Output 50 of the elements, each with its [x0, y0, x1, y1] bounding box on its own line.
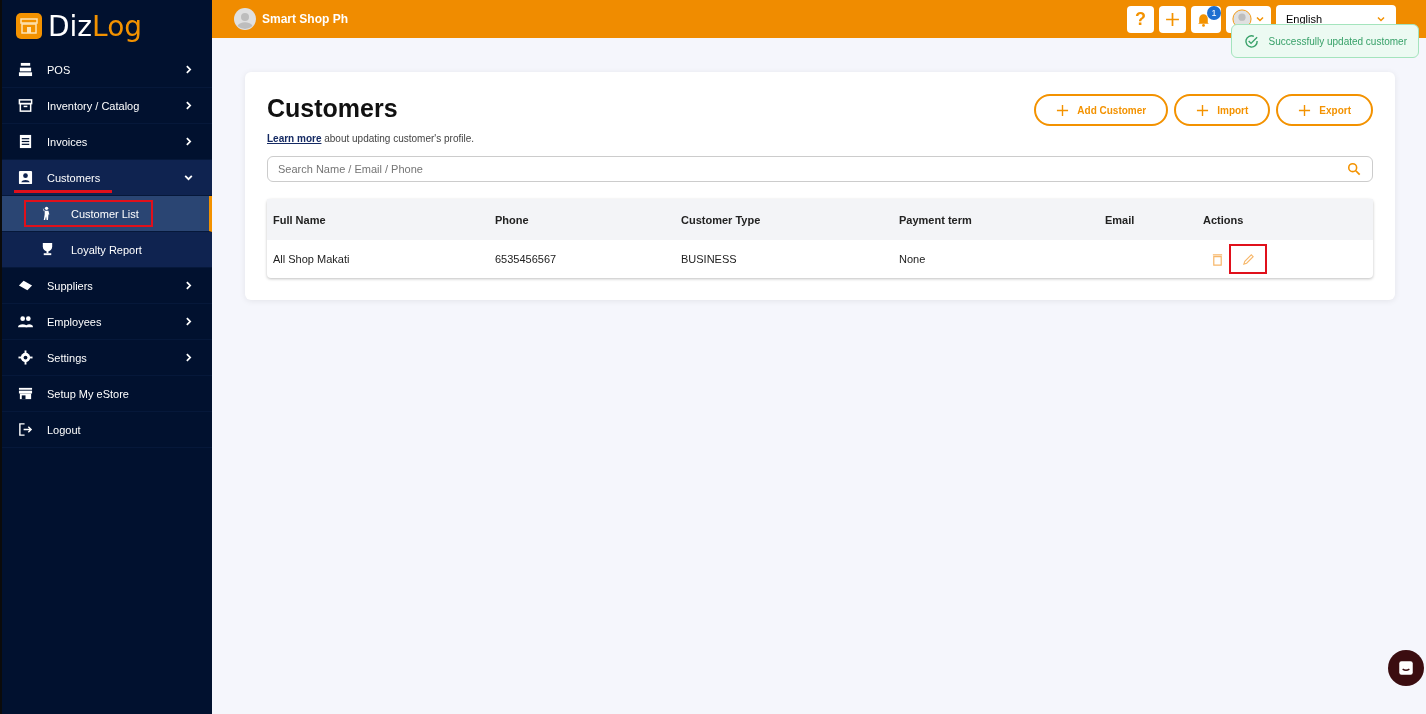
trash-icon: [1210, 252, 1224, 266]
nav-subitem[interactable]: Loyalty Report: [2, 232, 212, 268]
column-header: Customer Type: [681, 213, 762, 226]
plus-icon: [1298, 103, 1312, 117]
name-cell-text: All Shop Makati: [273, 253, 351, 265]
plus-icon: [1165, 11, 1180, 27]
chevron-icon: [1255, 14, 1265, 24]
term-cell-text: None: [899, 253, 927, 265]
trophy-icon: [40, 242, 55, 257]
nav-item[interactable]: Customers: [2, 160, 212, 196]
bell-icon: [1196, 11, 1211, 27]
people-icon: [18, 314, 33, 329]
plus-icon: [1056, 103, 1070, 117]
column-header: Phone: [495, 213, 530, 226]
document-icon: [18, 134, 33, 149]
archive-box-icon: [18, 98, 33, 113]
edit-button[interactable]: [1229, 244, 1267, 274]
type-cell-text: BUSINESS: [681, 253, 738, 265]
nav-subitem[interactable]: Customer List: [2, 196, 212, 232]
help-text: Learn more about updating customer's profile.: [267, 133, 475, 144]
column-header: Full Name: [273, 213, 327, 226]
chat-icon: [1397, 659, 1415, 677]
phone-cell-text: 6535456567: [495, 253, 558, 265]
search-field[interactable]: Search Name / Email / Phone: [267, 156, 1373, 182]
plus-icon: [1196, 103, 1210, 117]
page-title: Customers: [267, 94, 399, 123]
pencil-icon: [1241, 252, 1255, 266]
cash-register-icon: [18, 62, 33, 77]
search-icon: [1347, 162, 1361, 176]
nav-item[interactable]: Setup My eStore: [2, 376, 212, 412]
store-icon: [18, 386, 33, 401]
chevron-icon: [1376, 14, 1386, 24]
shop-name: Smart Shop Ph: [262, 12, 348, 26]
notification-button[interactable]: 1: [1191, 5, 1221, 33]
add-button[interactable]: [1159, 5, 1186, 33]
nav-item[interactable]: POS: [2, 52, 212, 88]
notification-badge: 1: [1207, 5, 1221, 20]
check-circle-icon: [1243, 33, 1259, 49]
brand-name: DizLog: [48, 9, 143, 43]
contact-card-icon: [18, 170, 33, 185]
chat-button[interactable]: [1388, 650, 1424, 686]
avatar-icon[interactable]: [234, 8, 256, 30]
store-logo-icon: [16, 13, 42, 39]
diamond-icon: [18, 278, 33, 293]
toast-message: Successfully updated customer: [1268, 35, 1407, 47]
column-header: Email: [1105, 213, 1136, 226]
learn-more-link[interactable]: Learn more: [267, 133, 322, 144]
column-header: Payment term: [899, 213, 973, 226]
logout-icon: [18, 422, 33, 437]
column-header: Actions: [1203, 213, 1245, 226]
